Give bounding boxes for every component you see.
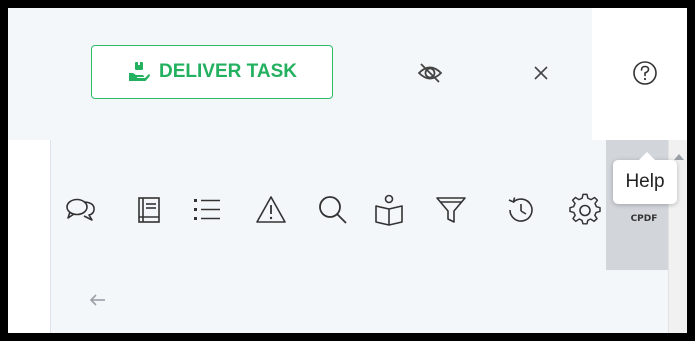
history-icon[interactable]: [504, 193, 538, 227]
close-icon[interactable]: [528, 60, 554, 86]
search-icon[interactable]: [316, 193, 350, 227]
warning-icon[interactable]: [254, 193, 288, 227]
reader-icon[interactable]: [372, 193, 406, 227]
filter-icon[interactable]: [434, 193, 468, 227]
deliver-task-label: DELIVER TASK: [159, 61, 297, 82]
arrow-left-icon[interactable]: [88, 290, 108, 310]
help-tooltip: Help: [613, 152, 677, 204]
deliver-task-button[interactable]: DELIVER TASK: [91, 45, 333, 99]
settings-icon[interactable]: [568, 193, 602, 227]
pdf-label: CPDF: [630, 214, 658, 224]
tooltip-text: Help: [625, 171, 665, 192]
side-panel: [50, 140, 687, 333]
scroll-up-arrow-icon[interactable]: [674, 154, 684, 160]
list-icon[interactable]: [190, 193, 224, 227]
help-circle-icon[interactable]: [631, 59, 659, 87]
comments-icon[interactable]: [64, 193, 98, 227]
app-window: DELIVER TASK CPDF Help: [8, 8, 687, 333]
eye-off-icon[interactable]: [416, 59, 444, 87]
book-icon[interactable]: [132, 193, 166, 227]
hand-box-icon: [129, 62, 150, 81]
